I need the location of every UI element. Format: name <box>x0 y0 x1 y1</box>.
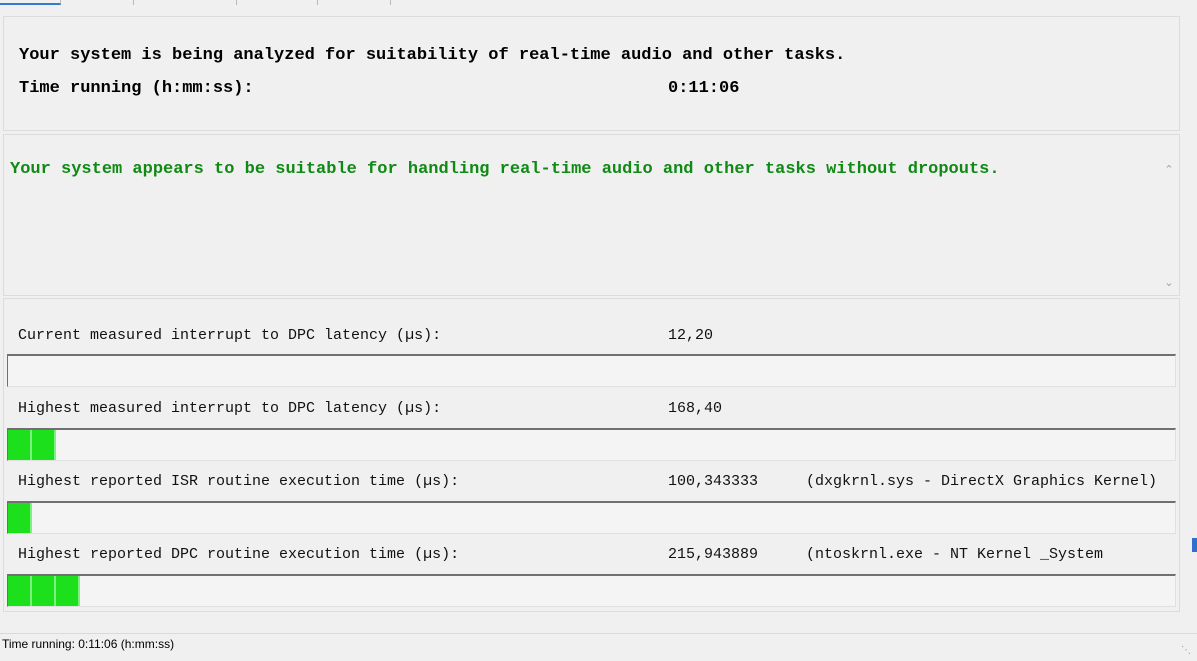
level-bar-fill <box>8 576 80 606</box>
background-window-edge <box>1192 538 1197 552</box>
tab-stats[interactable] <box>61 0 134 5</box>
level-bar-highest-latency <box>7 428 1176 461</box>
metric-label-highest-latency: Highest measured interrupt to DPC latenc… <box>18 400 442 417</box>
resize-grip-icon[interactable]: ⋱ <box>1181 640 1193 656</box>
metric-label-current-latency: Current measured interrupt to DPC latenc… <box>18 327 442 344</box>
analysis-panel <box>3 16 1180 131</box>
result-message: Your system appears to be suitable for h… <box>10 160 1000 179</box>
metric-value-dpc-time: 215,943889 <box>668 546 759 563</box>
level-bar-segment <box>8 503 32 533</box>
level-bar-isr-time <box>7 501 1176 534</box>
level-bar-current-latency <box>7 354 1176 387</box>
status-bar: Time running: 0:11:06 (h:mm:ss) ⋱ <box>0 633 1197 656</box>
metric-detail-dpc-driver: (ntoskrnl.exe - NT Kernel _System <box>806 546 1104 563</box>
metric-detail-isr-driver: (dxgkrnl.sys - DirectX Graphics Kernel) <box>806 473 1158 490</box>
tab-processes[interactable] <box>134 0 237 5</box>
tab-strip <box>0 0 1197 6</box>
tab-about[interactable] <box>318 0 391 5</box>
tab-drivers[interactable] <box>237 0 318 5</box>
level-bar-fill <box>8 430 56 460</box>
metric-value-isr-time: 100,343333 <box>668 473 759 490</box>
status-bar-text: Time running: 0:11:06 (h:mm:ss) <box>2 637 175 651</box>
level-bar-fill <box>8 503 32 533</box>
level-bar-segment <box>56 576 80 606</box>
metric-label-dpc-time: Highest reported DPC routine execution t… <box>18 546 460 563</box>
level-bar-dpc-time <box>7 574 1176 607</box>
tab-main[interactable] <box>0 0 61 5</box>
level-bar-segment <box>8 576 32 606</box>
time-running-value: 0:11:06 <box>668 79 740 98</box>
metric-label-isr-time: Highest reported ISR routine execution t… <box>18 473 460 490</box>
scroll-down-icon[interactable]: ⌄ <box>1162 276 1176 290</box>
metric-value-current-latency: 12,20 <box>668 327 714 344</box>
level-bar-segment <box>8 430 32 460</box>
time-running-label: Time running (h:mm:ss): <box>19 79 254 98</box>
level-bar-segment <box>32 430 56 460</box>
level-bar-segment <box>32 576 56 606</box>
scroll-up-icon[interactable]: ⌃ <box>1162 163 1176 177</box>
analysis-status-text: Your system is being analyzed for suitab… <box>19 46 846 65</box>
metric-value-highest-latency: 168,40 <box>668 400 723 417</box>
